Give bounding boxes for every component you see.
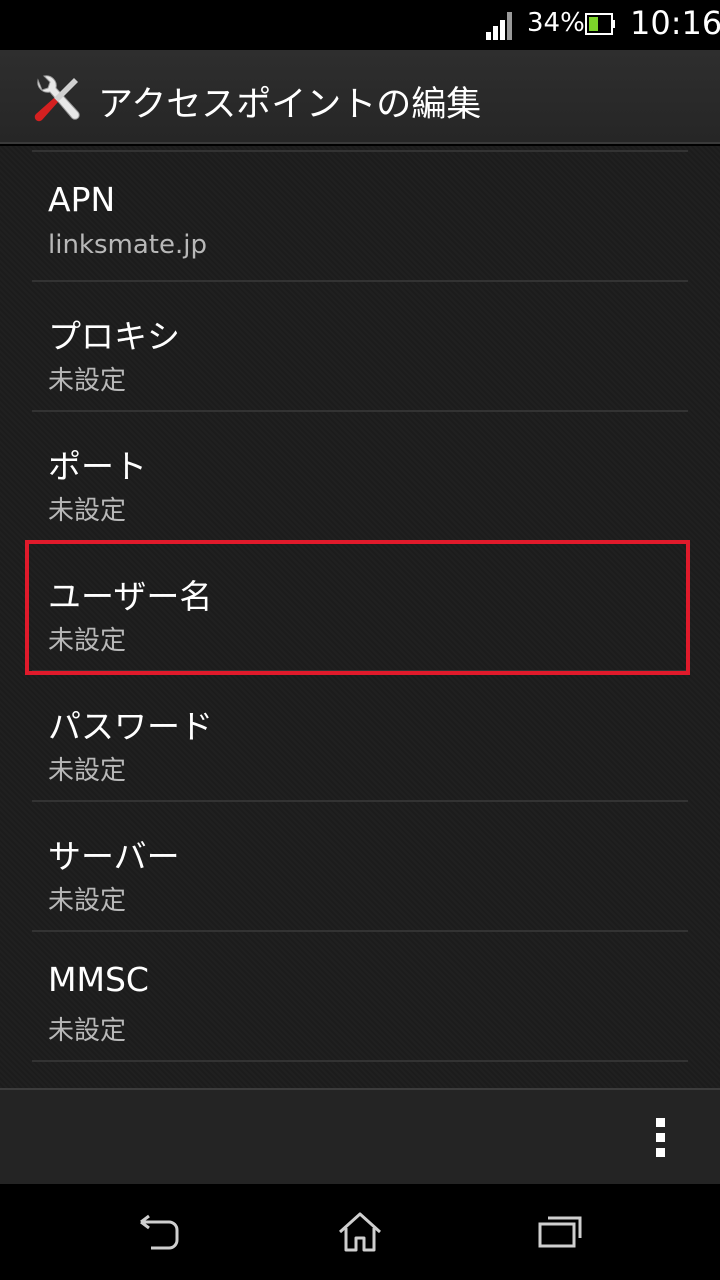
- setting-row-apn[interactable]: APN linksmate.jp: [0, 152, 720, 282]
- recent-apps-icon[interactable]: [536, 1208, 584, 1256]
- setting-row-proxy[interactable]: プロキシ 未設定: [0, 282, 720, 412]
- setting-row-mmsc[interactable]: MMSC 未設定: [0, 932, 720, 1062]
- setting-title: サーバー: [48, 837, 180, 876]
- action-bar: アクセスポイントの編集: [0, 50, 720, 144]
- settings-list: APN linksmate.jp プロキシ 未設定 ポート 未設定 ユーザー名 …: [0, 146, 720, 1088]
- setting-row-server[interactable]: サーバー 未設定: [0, 802, 720, 932]
- setting-title: ポート: [48, 447, 147, 486]
- setting-summary: 未設定: [48, 886, 127, 916]
- setting-summary: 未設定: [48, 366, 127, 396]
- back-icon[interactable]: [135, 1208, 183, 1256]
- setting-summary: 未設定: [48, 756, 127, 786]
- setting-row-password[interactable]: パスワード 未設定: [0, 672, 720, 802]
- page-title: アクセスポイントの編集: [98, 85, 482, 125]
- list-divider: [32, 1060, 688, 1062]
- navigation-bar: [0, 1184, 720, 1280]
- setting-title: パスワード: [48, 707, 213, 746]
- clock: 10:16: [630, 4, 720, 42]
- setting-title: MMSC: [48, 960, 149, 999]
- setting-row-port[interactable]: ポート 未設定: [0, 412, 720, 542]
- battery-percent: 34%: [527, 8, 585, 38]
- setting-title: APN: [48, 180, 116, 219]
- battery-icon: [585, 13, 615, 35]
- status-bar: 34% 10:16: [0, 0, 720, 50]
- setting-summary: 未設定: [48, 626, 127, 656]
- setting-title: プロキシ: [48, 317, 180, 356]
- setting-title: ユーザー名: [48, 577, 213, 616]
- settings-tools-icon[interactable]: [28, 72, 84, 128]
- menu-bar: [0, 1088, 720, 1184]
- setting-summary: 未設定: [48, 496, 127, 526]
- signal-icon: [486, 12, 512, 40]
- setting-summary: linksmate.jp: [48, 230, 207, 260]
- setting-row-username[interactable]: ユーザー名 未設定: [0, 542, 720, 672]
- setting-summary: 未設定: [48, 1016, 127, 1046]
- home-icon[interactable]: [336, 1208, 384, 1256]
- overflow-menu-icon[interactable]: [652, 1118, 668, 1162]
